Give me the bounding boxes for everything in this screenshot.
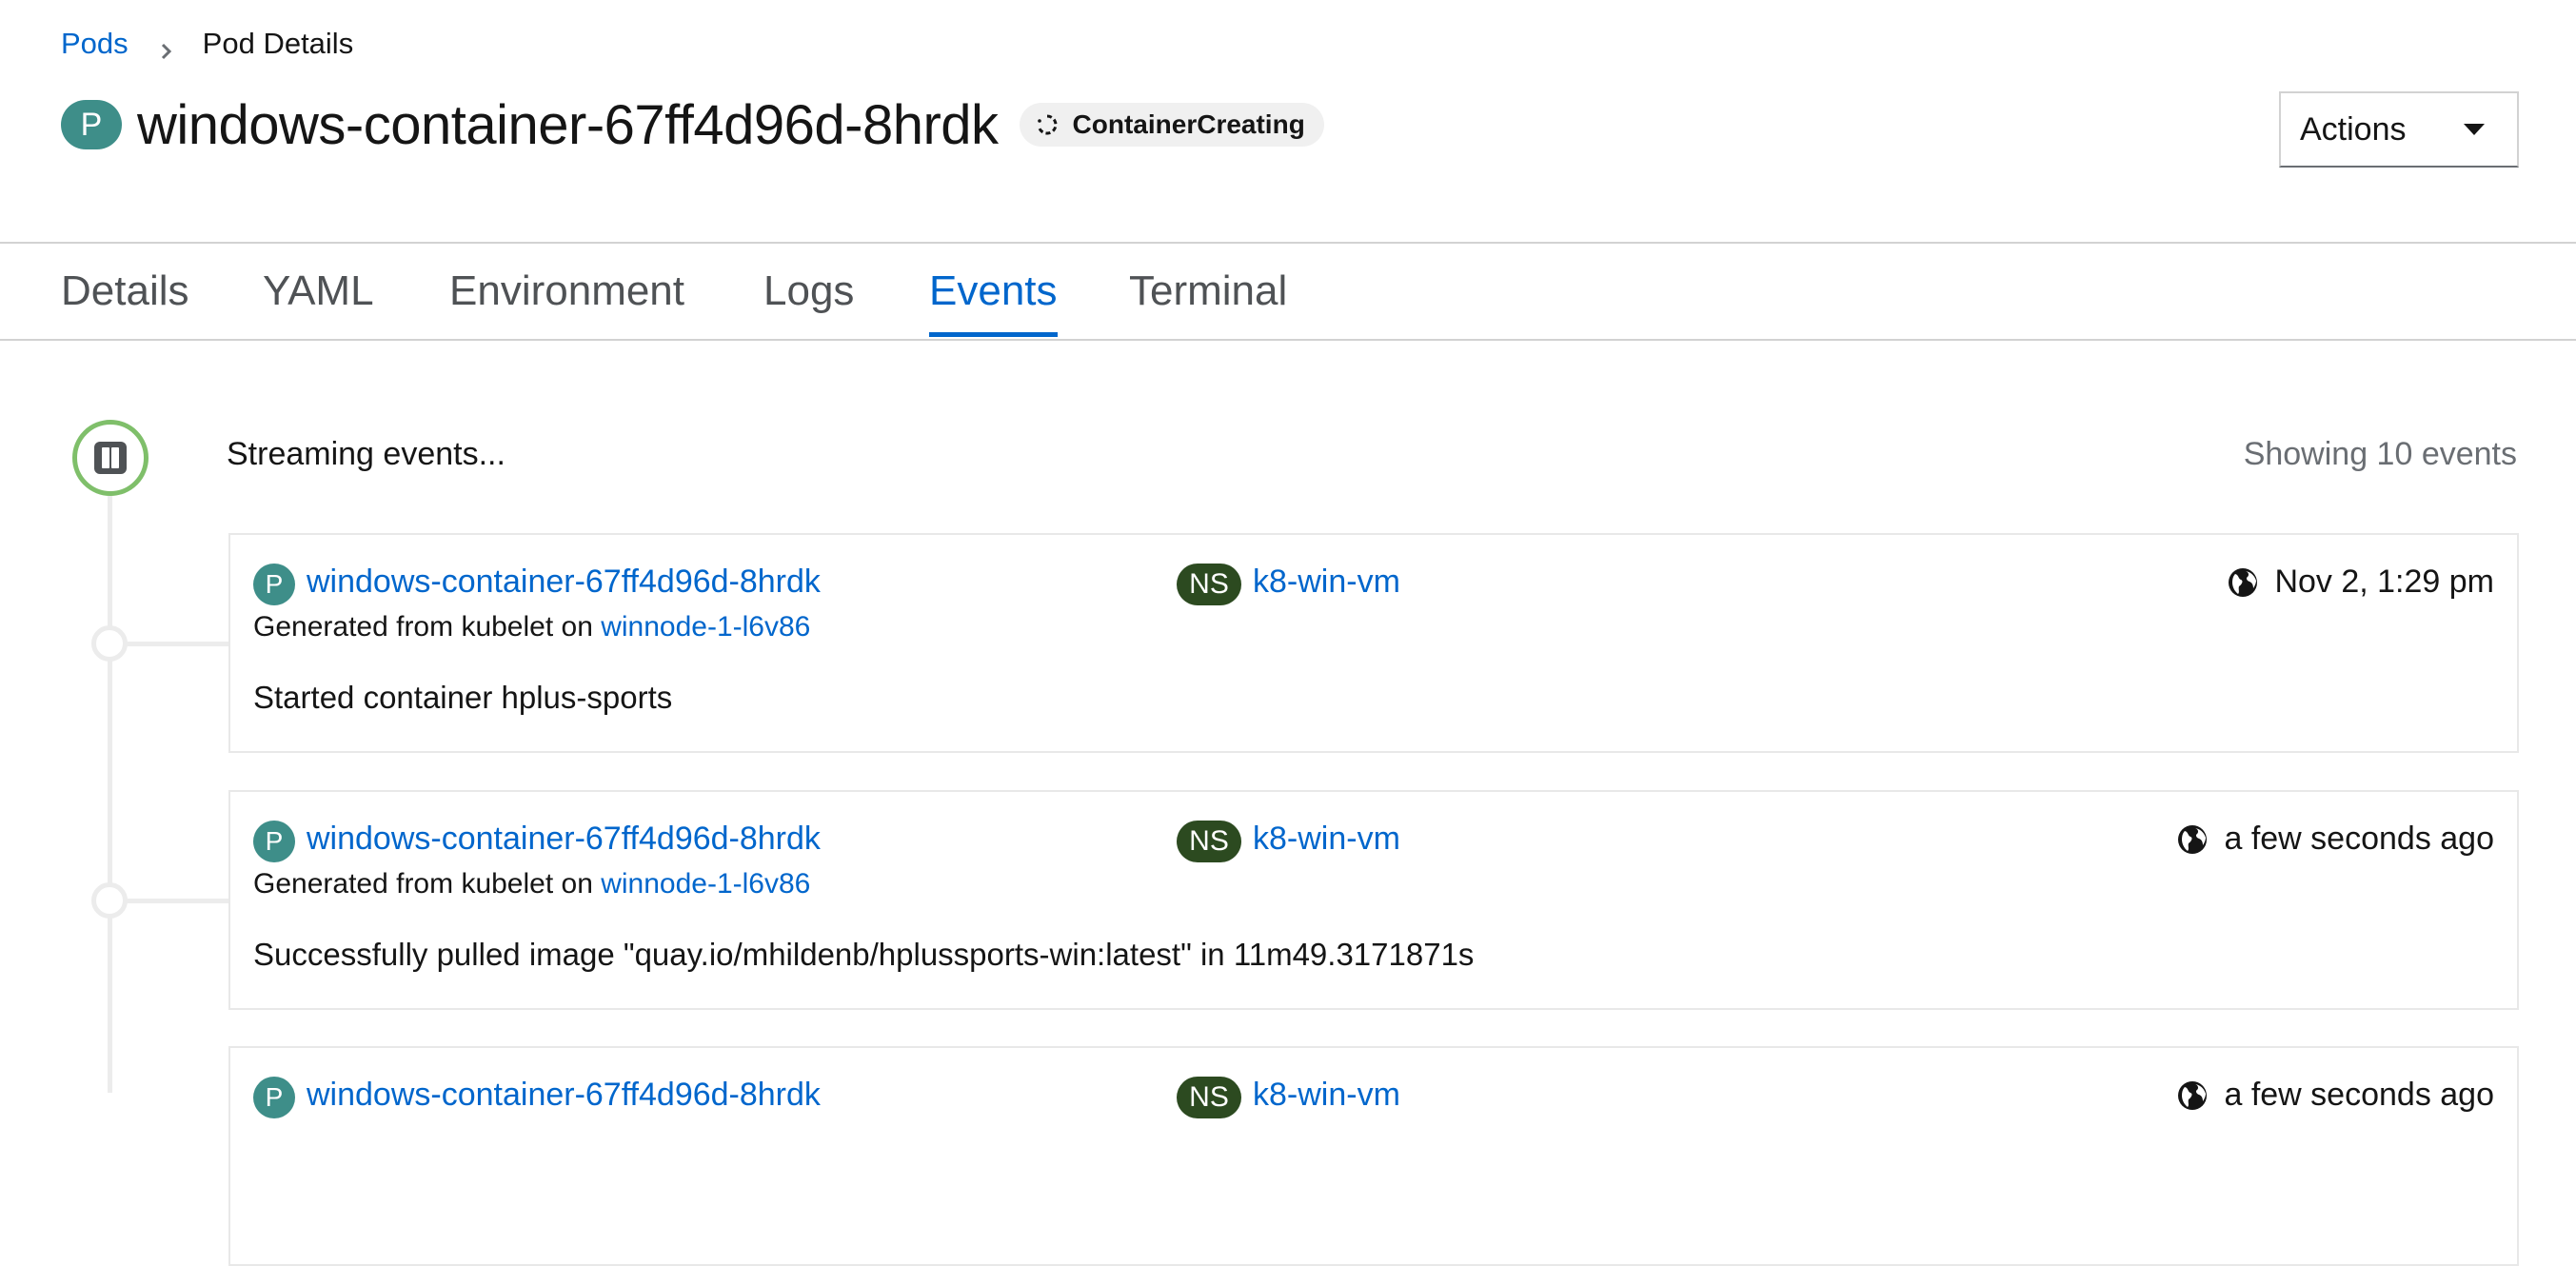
event-pod-link[interactable]: windows-container-67ff4d96d-8hrdk <box>307 1077 821 1114</box>
timeline-dot <box>91 625 128 662</box>
event-pod-link[interactable]: windows-container-67ff4d96d-8hrdk <box>307 821 821 858</box>
timeline-dot <box>91 882 128 919</box>
breadcrumb: Pods Pod Details <box>61 21 353 67</box>
breadcrumb-current: Pod Details <box>202 27 354 60</box>
event-source: Generated from kubelet on winnode-1-l6v8… <box>253 868 810 900</box>
tab-yaml[interactable]: YAML <box>263 244 374 339</box>
event-node-link[interactable]: winnode-1-l6v86 <box>601 868 810 900</box>
timeline-connector <box>112 642 228 646</box>
in-progress-icon <box>1037 114 1058 135</box>
event-namespace-link[interactable]: k8-win-vm <box>1253 821 1400 858</box>
tab-events[interactable]: Events <box>929 244 1058 339</box>
event-namespace-link[interactable]: k8-win-vm <box>1253 1077 1400 1114</box>
timeline-line <box>108 496 112 1093</box>
namespace-badge: NS <box>1177 564 1241 605</box>
event-card: P windows-container-67ff4d96d-8hrdk NS k… <box>228 1046 2519 1266</box>
event-time: a few seconds ago <box>2224 821 2494 857</box>
event-message: Started container hplus-sports <box>253 680 673 715</box>
event-card: P windows-container-67ff4d96d-8hrdk NS k… <box>228 790 2519 1010</box>
event-source-label: Generated from kubelet on <box>253 611 602 643</box>
event-source-label: Generated from kubelet on <box>253 868 602 900</box>
page-header: P windows-container-67ff4d96d-8hrdk Cont… <box>61 89 1324 160</box>
event-pod-link[interactable]: windows-container-67ff4d96d-8hrdk <box>307 564 821 601</box>
pause-icon <box>94 442 127 474</box>
actions-dropdown-button[interactable]: Actions <box>2279 91 2519 168</box>
chevron-right-icon <box>157 34 176 60</box>
pause-stream-button[interactable] <box>72 420 149 496</box>
tab-bar: Details YAML Environment Logs Events Ter… <box>0 242 2576 341</box>
event-namespace-link[interactable]: k8-win-vm <box>1253 564 1400 601</box>
event-message: Successfully pulled image "quay.io/mhild… <box>253 937 1475 972</box>
tab-logs[interactable]: Logs <box>763 244 854 339</box>
pod-resource-badge: P <box>61 100 122 149</box>
event-time: Nov 2, 1:29 pm <box>2274 564 2494 600</box>
globe-icon <box>2178 824 2208 854</box>
breadcrumb-pods-link[interactable]: Pods <box>61 27 129 61</box>
globe-icon <box>2229 567 2258 597</box>
event-node-link[interactable]: winnode-1-l6v86 <box>601 611 810 643</box>
status-badge: ContainerCreating <box>1019 103 1324 147</box>
event-time: a few seconds ago <box>2224 1077 2494 1113</box>
event-timestamp: a few seconds ago <box>2176 1077 2494 1114</box>
page-title: windows-container-67ff4d96d-8hrdk <box>137 93 999 156</box>
pod-badge: P <box>253 564 295 605</box>
status-label: ContainerCreating <box>1072 109 1305 139</box>
event-timestamp: a few seconds ago <box>2176 821 2494 858</box>
tab-details[interactable]: Details <box>61 244 189 339</box>
tab-environment[interactable]: Environment <box>449 244 684 339</box>
streaming-status: Streaming events... <box>227 436 505 472</box>
timeline-connector <box>112 899 228 903</box>
event-count: Showing 10 events <box>2243 436 2517 472</box>
globe-icon <box>2178 1080 2208 1110</box>
pod-badge: P <box>253 821 295 862</box>
actions-label: Actions <box>2300 110 2407 148</box>
namespace-badge: NS <box>1177 821 1241 862</box>
caret-down-icon <box>2464 124 2485 135</box>
pod-badge: P <box>253 1077 295 1118</box>
event-timestamp: Nov 2, 1:29 pm <box>2227 564 2494 601</box>
namespace-badge: NS <box>1177 1077 1241 1118</box>
event-source: Generated from kubelet on winnode-1-l6v8… <box>253 611 810 643</box>
tab-terminal[interactable]: Terminal <box>1129 244 1287 339</box>
event-card: P windows-container-67ff4d96d-8hrdk NS k… <box>228 533 2519 753</box>
